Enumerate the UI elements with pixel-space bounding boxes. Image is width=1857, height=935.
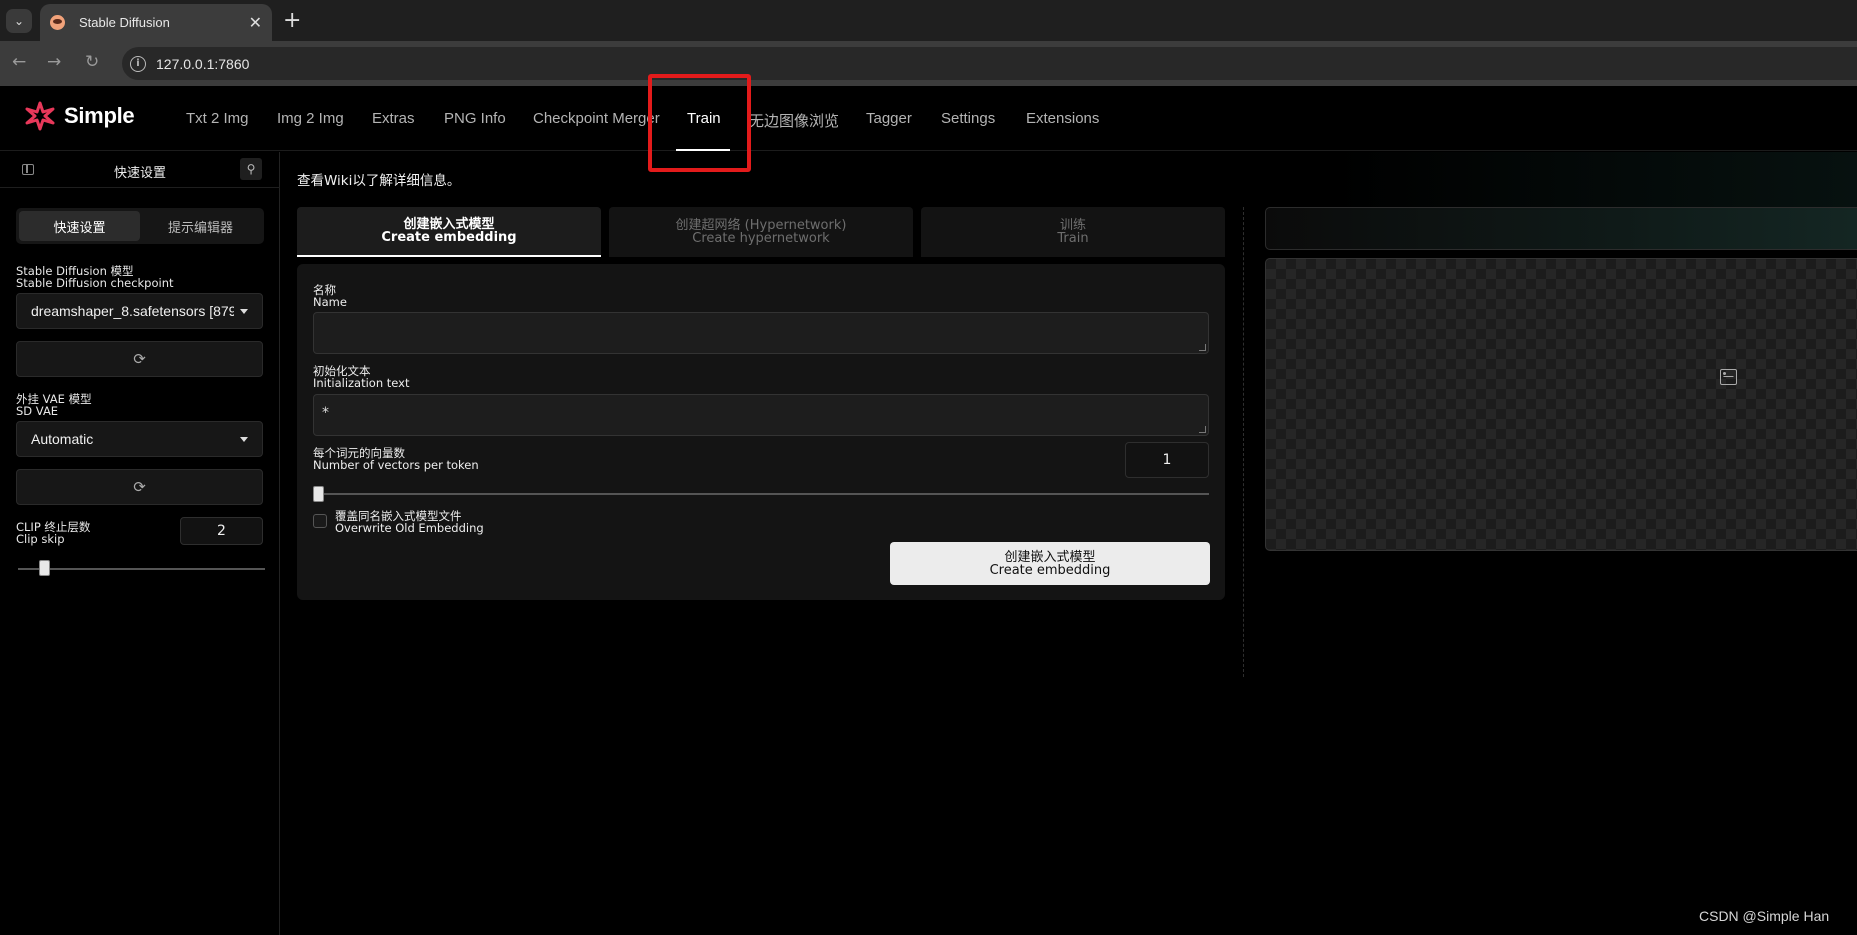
- output-status-bar: [1265, 207, 1857, 250]
- name-label: 名称 Name: [313, 284, 347, 308]
- tab-train[interactable]: 训练 Train: [921, 207, 1225, 257]
- clip-skip-slider-thumb[interactable]: [39, 560, 50, 576]
- browser-tab-strip: ⌄ Stable Diffusion ✕ +: [0, 0, 1857, 41]
- vae-label: 外挂 VAE 模型 SD VAE: [16, 393, 92, 417]
- resize-handle-icon[interactable]: [1199, 426, 1206, 433]
- app-header: Simple Txt 2 Img Img 2 Img Extras PNG In…: [0, 86, 1857, 151]
- vectors-slider-track[interactable]: [313, 493, 1209, 495]
- reload-icon[interactable]: ↻: [85, 52, 99, 72]
- clip-skip-slider-track[interactable]: [18, 568, 265, 570]
- image-placeholder-icon: [1720, 369, 1737, 385]
- overwrite-checkbox[interactable]: [313, 514, 327, 528]
- resize-handle-icon[interactable]: [1199, 344, 1206, 351]
- vae-dropdown[interactable]: Automatic: [16, 421, 263, 457]
- refresh-vae-button[interactable]: ⟳: [16, 469, 263, 505]
- sidebar-title: 快速设置: [113, 166, 166, 181]
- wiki-hint[interactable]: 查看Wiki以了解详细信息。: [297, 169, 460, 189]
- chevron-down-icon: [240, 436, 248, 442]
- nav-png-info[interactable]: PNG Info: [444, 110, 506, 127]
- omnibox[interactable]: i 127.0.0.1:7860: [122, 47, 1857, 80]
- clip-skip-input[interactable]: 2: [180, 517, 263, 545]
- pin-icon[interactable]: ⚲: [240, 158, 262, 180]
- header-glow: [1330, 152, 1857, 212]
- nav-checkpoint-merger[interactable]: Checkpoint Merger: [533, 110, 660, 127]
- forward-arrow-icon[interactable]: →: [47, 52, 61, 72]
- nav-img2img[interactable]: Img 2 Img: [277, 110, 344, 127]
- init-text-value: *: [322, 405, 329, 421]
- address-bar-row: ← → ↻ i 127.0.0.1:7860: [0, 41, 1857, 86]
- nav-infinite-image-browsing[interactable]: 无边图像浏览: [749, 110, 839, 131]
- create-embedding-button-en: Create embedding: [989, 562, 1111, 578]
- clip-skip-label-en: Clip skip: [16, 532, 65, 546]
- refresh-icon: ⟳: [133, 478, 146, 496]
- url-text: 127.0.0.1:7860: [156, 55, 250, 72]
- back-arrow-icon[interactable]: ←: [12, 52, 26, 72]
- init-text-textarea[interactable]: *: [313, 394, 1209, 436]
- tab-title: Stable Diffusion: [79, 15, 170, 30]
- tab-create-embedding-en: Create embedding: [381, 230, 517, 245]
- logo-star-icon: [25, 101, 55, 131]
- name-label-en: Name: [313, 295, 347, 309]
- train-subtabs: 创建嵌入式模型 Create embedding 创建超网络 (Hypernet…: [297, 207, 1225, 257]
- vectors-label: 每个词元的向量数 Number of vectors per token: [313, 447, 479, 471]
- chevron-down-icon: [240, 308, 248, 314]
- nav-txt2img[interactable]: Txt 2 Img: [186, 110, 249, 127]
- refresh-checkpoint-button[interactable]: ⟳: [16, 341, 263, 377]
- init-text-label-en: Initialization text: [313, 376, 410, 390]
- overwrite-label-en: Overwrite Old Embedding: [335, 521, 484, 535]
- browser-tab[interactable]: Stable Diffusion ✕: [40, 4, 272, 41]
- create-embedding-button-cn: 创建嵌入式模型: [1004, 549, 1096, 565]
- vae-label-en: SD VAE: [16, 404, 59, 418]
- annotation-highlight-box: [648, 74, 751, 172]
- tab-create-embedding[interactable]: 创建嵌入式模型 Create embedding: [297, 207, 601, 257]
- new-tab-icon[interactable]: +: [283, 8, 301, 33]
- watermark: CSDN @Simple Han: [1699, 908, 1830, 924]
- nav-settings[interactable]: Settings: [941, 110, 995, 127]
- name-textarea[interactable]: [313, 312, 1209, 354]
- sidebar-segmented-control: 快速设置 提示编辑器: [16, 208, 264, 244]
- tab-prompt-editor[interactable]: 提示编辑器: [140, 211, 261, 241]
- quick-settings-sidebar: 快速设置 ⚲ 快速设置 提示编辑器 Stable Diffusion 模型 St…: [0, 152, 280, 935]
- nav-extras[interactable]: Extras: [372, 110, 415, 127]
- tab-create-hypernetwork[interactable]: 创建超网络 (Hypernetwork) Create hypernetwork: [609, 207, 913, 257]
- column-divider: [1243, 207, 1244, 677]
- nav-tagger[interactable]: Tagger: [866, 110, 912, 127]
- site-info-icon[interactable]: i: [130, 55, 146, 72]
- create-embedding-panel: 名称 Name 初始化文本 Initialization text * 每个词元…: [297, 264, 1225, 600]
- init-text-label: 初始化文本 Initialization text: [313, 365, 409, 389]
- tab-train-en: Train: [1057, 231, 1089, 246]
- checkpoint-label: Stable Diffusion 模型 Stable Diffusion che…: [16, 265, 174, 289]
- nav-extensions[interactable]: Extensions: [1026, 110, 1099, 127]
- create-embedding-button[interactable]: 创建嵌入式模型 Create embedding: [890, 542, 1210, 585]
- clip-skip-label: CLIP 终止层数 Clip skip: [16, 521, 90, 545]
- checkpoint-label-en: Stable Diffusion checkpoint: [16, 276, 174, 290]
- sidebar-header: 快速设置 ⚲: [0, 152, 280, 188]
- tab-search-chevron-icon[interactable]: ⌄: [6, 9, 32, 33]
- tab-create-hypernetwork-en: Create hypernetwork: [692, 231, 830, 246]
- output-image-area[interactable]: [1265, 258, 1857, 551]
- tab-close-icon[interactable]: ✕: [249, 13, 262, 32]
- tab-quick-settings[interactable]: 快速设置: [19, 211, 140, 241]
- vectors-label-en: Number of vectors per token: [313, 458, 479, 472]
- vae-value: Automatic: [31, 431, 94, 447]
- overwrite-label[interactable]: 覆盖同名嵌入式模型文件 Overwrite Old Embedding: [335, 510, 484, 534]
- vectors-slider-thumb[interactable]: [313, 486, 324, 502]
- favicon-icon: [50, 15, 65, 30]
- refresh-icon: ⟳: [133, 350, 146, 368]
- checkpoint-dropdown[interactable]: dreamshaper_8.safetensors [879db523c3]: [16, 293, 263, 329]
- app-logo[interactable]: Simple: [24, 100, 135, 132]
- brand-name: Simple: [64, 103, 135, 128]
- checkpoint-value: dreamshaper_8.safetensors [879db523c3]: [31, 303, 234, 319]
- vectors-input[interactable]: 1: [1125, 442, 1209, 478]
